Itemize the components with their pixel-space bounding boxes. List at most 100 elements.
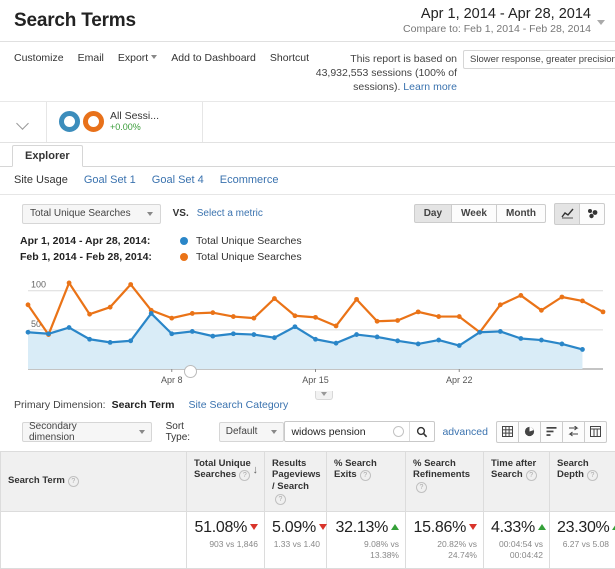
chevron-down-icon[interactable]: [597, 20, 605, 25]
column-header-search-term[interactable]: Search Term?: [1, 451, 187, 512]
performance-view-button[interactable]: [540, 421, 563, 443]
subtab-site-usage[interactable]: Site Usage: [14, 174, 68, 186]
title-bar: Search Terms Apr 1, 2014 - Apr 28, 2014 …: [0, 0, 615, 42]
sampling-info: This report is based on 43,932,553 sessi…: [309, 50, 615, 95]
date-range-selector[interactable]: Apr 1, 2014 - Apr 28, 2014 Compare to: F…: [403, 6, 605, 35]
pie-view-button[interactable]: [518, 421, 541, 443]
segment-all-sessions[interactable]: All Sessi... +0.00%: [47, 102, 203, 142]
summary-value-search-depth: 23.30%: [557, 519, 609, 537]
sampling-line-1: This report is based on: [350, 53, 457, 65]
comparison-arrow-icon: [568, 426, 579, 437]
column-header-search-refinements[interactable]: % Search Refinements?: [406, 451, 484, 512]
search-submit-button[interactable]: [409, 422, 434, 441]
summary-cell-total-unique-searches: 51.08% 903 vs 1,846: [187, 512, 265, 569]
line-chart-icon: [561, 208, 574, 219]
column-header-search-depth[interactable]: Search Depth?: [550, 451, 615, 512]
primary-dimension-search-term[interactable]: Search Term: [112, 399, 175, 411]
pivot-view-button[interactable]: [584, 421, 607, 443]
tab-explorer[interactable]: Explorer: [12, 145, 83, 167]
column-label-search-depth: Search Depth: [557, 458, 589, 481]
secondary-dimension-select[interactable]: Secondary dimension: [22, 422, 152, 442]
precision-value: Slower response, greater precision: [470, 54, 615, 65]
subtab-ecommerce[interactable]: Ecommerce: [220, 174, 279, 186]
value-text: 4.33%: [491, 519, 535, 536]
legend-dot-blue-icon: [180, 237, 188, 245]
summary-value-search-refinements: 15.86%: [413, 519, 477, 537]
granularity-week-button[interactable]: Week: [451, 204, 497, 223]
chart-expand-toggle[interactable]: [315, 391, 333, 400]
comparison-view-button[interactable]: [562, 421, 585, 443]
help-icon[interactable]: ?: [239, 470, 250, 481]
select-metric-link[interactable]: Select a metric: [197, 208, 263, 219]
report-subtabs: Site Usage Goal Set 1 Goal Set 4 Ecommer…: [0, 167, 615, 195]
subtab-goal-set-1[interactable]: Goal Set 1: [84, 174, 136, 186]
timeline-chart[interactable]: 50100Apr 8Apr 15Apr 22: [14, 273, 607, 391]
sort-type-value: Default: [226, 426, 258, 437]
chevron-down-icon: [147, 212, 153, 216]
segment-labels: All Sessi... +0.00%: [110, 110, 159, 132]
add-to-dashboard-label: Add to Dashboard: [171, 52, 256, 64]
segment-donut-icons: [59, 111, 104, 132]
legend-date-compare: Feb 1, 2014 - Feb 28, 2014:: [20, 251, 172, 263]
advanced-filter-link[interactable]: advanced: [442, 426, 488, 438]
column-label-results-pageviews-per-search: Results Pageviews / Search: [272, 458, 321, 493]
vs-label: VS.: [173, 208, 189, 219]
segment-collapse-toggle[interactable]: [0, 102, 47, 142]
chart-canvas[interactable]: 50100Apr 8Apr 15Apr 22: [14, 273, 607, 391]
customize-button[interactable]: Customize: [14, 52, 64, 64]
summary-sub-search-refinements: 20.82% vs 24.74%: [413, 539, 477, 561]
search-input[interactable]: [285, 426, 393, 438]
help-icon[interactable]: ?: [360, 470, 371, 481]
email-button[interactable]: Email: [78, 52, 104, 64]
summary-cell-results-pageviews-per-search: 5.09% 1.33 vs 1.40: [265, 512, 327, 569]
view-type-buttons: [496, 421, 607, 443]
column-header-results-pageviews-per-search[interactable]: Results Pageviews / Search?: [265, 451, 327, 512]
granularity-month-button[interactable]: Month: [496, 204, 546, 223]
summary-value-search-exits: 32.13%: [334, 519, 399, 537]
primary-dimension-label: Primary Dimension:: [14, 399, 106, 411]
help-icon[interactable]: ?: [275, 494, 286, 505]
primary-dimension-site-search-category[interactable]: Site Search Category: [188, 399, 288, 411]
column-header-time-after-search[interactable]: Time after Search?: [484, 451, 550, 512]
table-search-box[interactable]: [284, 421, 435, 442]
arrow-down-icon: [319, 524, 327, 530]
table-view-button[interactable]: [496, 421, 519, 443]
learn-more-link[interactable]: Learn more: [403, 81, 457, 93]
customize-label: Customize: [14, 52, 64, 64]
precision-select[interactable]: Slower response, greater precision: [463, 50, 615, 69]
summary-cell-label: [1, 512, 187, 569]
action-links: Customize Email Export Add to Dashboard …: [14, 50, 309, 64]
help-icon[interactable]: ?: [587, 470, 598, 481]
sampling-line-2: 43,932,553 sessions (100% of: [316, 67, 457, 79]
export-label: Export: [118, 52, 148, 64]
sort-type-select[interactable]: Default: [219, 422, 285, 442]
column-header-search-exits[interactable]: % Search Exits?: [327, 451, 406, 512]
line-chart-button[interactable]: [554, 203, 580, 225]
legend-metric-compare: Total Unique Searches: [196, 251, 302, 263]
help-icon[interactable]: ?: [416, 482, 427, 493]
clear-search-icon[interactable]: [393, 426, 404, 437]
summary-sub-search-depth: 6.27 vs 5.08: [557, 539, 609, 550]
primary-metric-select[interactable]: Total Unique Searches: [22, 204, 161, 224]
search-icon: [416, 426, 428, 438]
legend-date-current: Apr 1, 2014 - Apr 28, 2014:: [20, 235, 172, 247]
help-icon[interactable]: ?: [526, 470, 537, 481]
bar-rows-icon: [546, 426, 557, 437]
legend-row-compare: Feb 1, 2014 - Feb 28, 2014: Total Unique…: [20, 249, 615, 265]
motion-chart-button[interactable]: [579, 203, 605, 225]
summary-cell-search-exits: 32.13% 9.08% vs 13.38%: [327, 512, 406, 569]
export-button[interactable]: Export: [118, 52, 157, 64]
value-text: 5.09%: [272, 519, 316, 536]
summary-cell-time-after-search: 4.33% 00:04:54 vs 00:04:42: [484, 512, 550, 569]
subtab-goal-set-4[interactable]: Goal Set 4: [152, 174, 204, 186]
arrow-up-icon: [391, 524, 399, 530]
help-icon[interactable]: ?: [68, 476, 79, 487]
column-header-total-unique-searches[interactable]: ↓ Total Unique Searches?: [187, 451, 265, 512]
chart-drag-handle[interactable]: [184, 365, 197, 378]
sort-descending-icon: ↓: [253, 464, 259, 478]
value-text: 23.30%: [557, 519, 609, 536]
granularity-day-button[interactable]: Day: [414, 204, 452, 223]
chart-type-button-group: [554, 203, 605, 225]
shortcut-button[interactable]: Shortcut: [270, 52, 309, 64]
add-to-dashboard-button[interactable]: Add to Dashboard: [171, 52, 256, 64]
